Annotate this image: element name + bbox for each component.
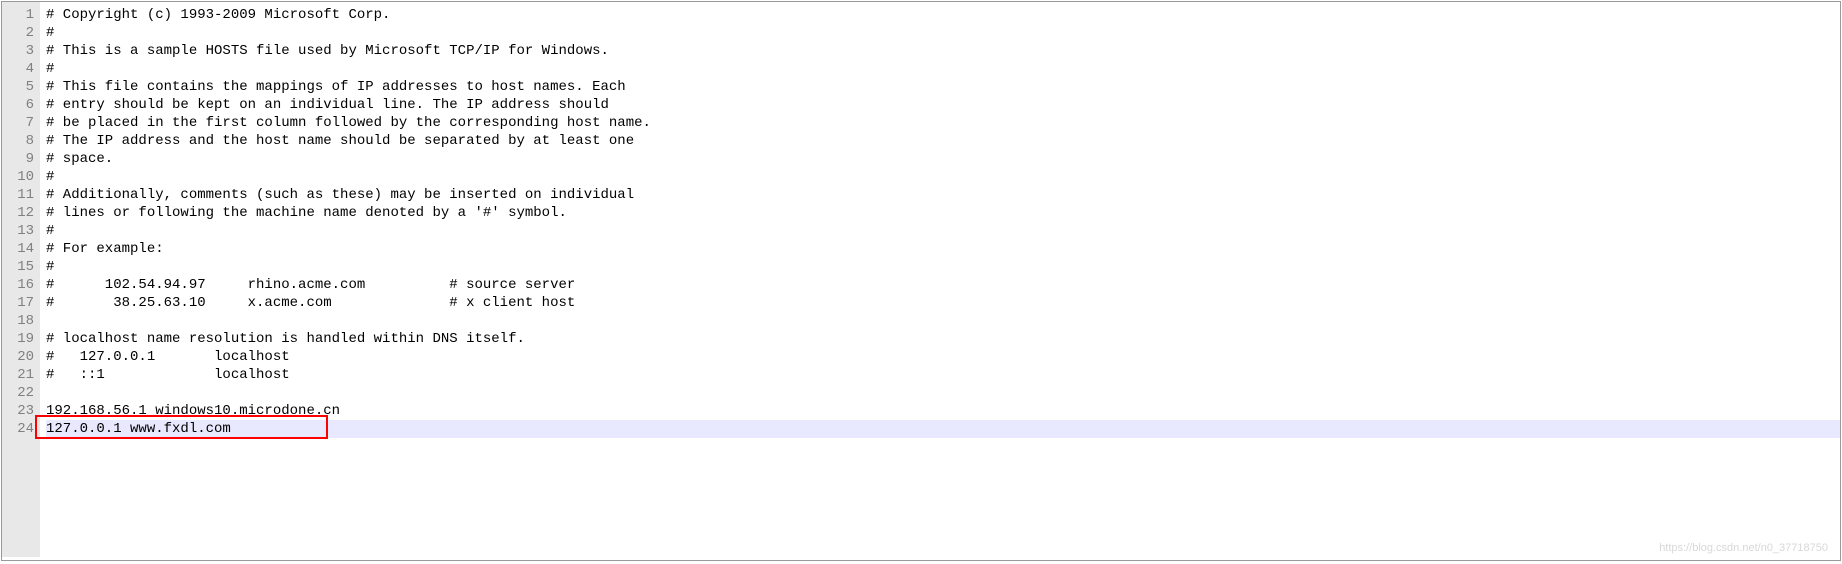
code-line: # 38.25.63.10 x.acme.com # x client host <box>46 294 1840 312</box>
line-number: 22 <box>6 384 34 402</box>
code-line: # lines or following the machine name de… <box>46 204 1840 222</box>
code-line: # ::1 localhost <box>46 366 1840 384</box>
code-line: 127.0.0.1 www.fxdl.com <box>46 420 1840 438</box>
code-line <box>46 312 1840 330</box>
line-number: 1 <box>6 6 34 24</box>
code-line: # This is a sample HOSTS file used by Mi… <box>46 42 1840 60</box>
line-number: 8 <box>6 132 34 150</box>
code-line: # <box>46 60 1840 78</box>
code-line: # 127.0.0.1 localhost <box>46 348 1840 366</box>
code-text-area[interactable]: # Copyright (c) 1993-2009 Microsoft Corp… <box>40 2 1840 557</box>
code-line <box>46 384 1840 402</box>
line-number: 2 <box>6 24 34 42</box>
code-editor[interactable]: 123456789101112131415161718192021222324 … <box>1 1 1841 561</box>
line-number: 12 <box>6 204 34 222</box>
line-number: 18 <box>6 312 34 330</box>
code-line: # localhost name resolution is handled w… <box>46 330 1840 348</box>
line-number: 10 <box>6 168 34 186</box>
code-line: # This file contains the mappings of IP … <box>46 78 1840 96</box>
code-line: # Copyright (c) 1993-2009 Microsoft Corp… <box>46 6 1840 24</box>
line-number: 16 <box>6 276 34 294</box>
line-number: 23 <box>6 402 34 420</box>
code-line: # <box>46 258 1840 276</box>
line-number-gutter: 123456789101112131415161718192021222324 <box>2 2 40 557</box>
editor-content: 123456789101112131415161718192021222324 … <box>2 2 1840 557</box>
line-number: 11 <box>6 186 34 204</box>
line-number: 6 <box>6 96 34 114</box>
line-number: 15 <box>6 258 34 276</box>
line-number: 9 <box>6 150 34 168</box>
line-number: 13 <box>6 222 34 240</box>
line-number: 24 <box>6 420 34 438</box>
code-line: # 102.54.94.97 rhino.acme.com # source s… <box>46 276 1840 294</box>
code-line: # <box>46 222 1840 240</box>
line-number: 17 <box>6 294 34 312</box>
line-number: 20 <box>6 348 34 366</box>
code-line: # be placed in the first column followed… <box>46 114 1840 132</box>
line-number: 3 <box>6 42 34 60</box>
line-number: 4 <box>6 60 34 78</box>
watermark-text: https://blog.csdn.net/n0_37718750 <box>1659 542 1828 554</box>
code-line: # The IP address and the host name shoul… <box>46 132 1840 150</box>
code-line: # space. <box>46 150 1840 168</box>
line-number: 21 <box>6 366 34 384</box>
code-line: # entry should be kept on an individual … <box>46 96 1840 114</box>
line-number: 14 <box>6 240 34 258</box>
line-number: 19 <box>6 330 34 348</box>
code-line: # <box>46 168 1840 186</box>
line-number: 5 <box>6 78 34 96</box>
code-line: # For example: <box>46 240 1840 258</box>
code-line: 192.168.56.1 windows10.microdone.cn <box>46 402 1840 420</box>
line-number: 7 <box>6 114 34 132</box>
code-line: # <box>46 24 1840 42</box>
code-line: # Additionally, comments (such as these)… <box>46 186 1840 204</box>
